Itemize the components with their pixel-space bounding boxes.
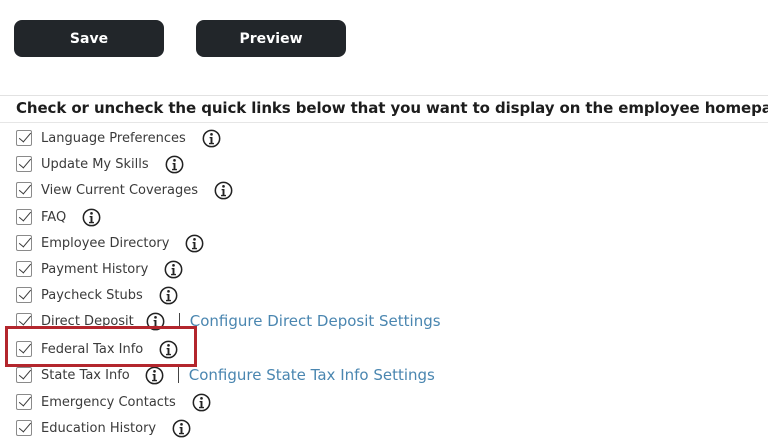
info-circle-icon[interactable] bbox=[202, 129, 221, 148]
quick-link-label: Emergency Contacts bbox=[41, 394, 176, 410]
quick-link-label: Language Preferences bbox=[41, 130, 186, 146]
info-circle-icon[interactable] bbox=[82, 208, 101, 227]
info-circle-icon[interactable] bbox=[159, 340, 178, 359]
quick-link-label: View Current Coverages bbox=[41, 182, 198, 198]
quick-link-label: Federal Tax Info bbox=[41, 341, 144, 357]
quick-link-row-faq: FAQ bbox=[16, 207, 101, 227]
separator bbox=[177, 367, 179, 383]
quick-link-row-language-preferences: Language Preferences bbox=[16, 128, 221, 148]
checkbox-view-current-coverages[interactable] bbox=[16, 182, 32, 198]
instructions-text: Check or uncheck the quick links below t… bbox=[16, 99, 768, 117]
quick-link-row-education-history: Education History bbox=[16, 418, 191, 438]
separator bbox=[178, 313, 180, 329]
checkbox-federal-tax-info[interactable] bbox=[16, 341, 32, 357]
quick-link-row-federal-tax-info: Federal Tax Info bbox=[16, 339, 178, 359]
checkbox-update-my-skills[interactable] bbox=[16, 156, 32, 172]
quick-link-row-direct-deposit: Direct Deposit Configure Direct Deposit … bbox=[16, 311, 441, 331]
checkbox-state-tax-info[interactable] bbox=[16, 367, 32, 383]
checkbox-language-preferences[interactable] bbox=[16, 130, 32, 146]
quick-link-row-update-my-skills: Update My Skills bbox=[16, 154, 184, 174]
configure-state-tax-info-link[interactable]: Configure State Tax Info Settings bbox=[189, 366, 435, 384]
info-circle-icon[interactable] bbox=[145, 366, 164, 385]
info-circle-icon[interactable] bbox=[185, 234, 204, 253]
quick-link-label: Paycheck Stubs bbox=[41, 287, 143, 303]
checkbox-faq[interactable] bbox=[16, 209, 32, 225]
checkbox-paycheck-stubs[interactable] bbox=[16, 287, 32, 303]
configure-direct-deposit-link[interactable]: Configure Direct Deposit Settings bbox=[190, 312, 441, 330]
quick-link-row-employee-directory: Employee Directory bbox=[16, 233, 204, 253]
quick-link-label: FAQ bbox=[41, 209, 67, 225]
preview-button[interactable]: Preview bbox=[196, 20, 346, 57]
divider bbox=[0, 95, 768, 96]
info-circle-icon[interactable] bbox=[192, 393, 211, 412]
info-circle-icon[interactable] bbox=[214, 181, 233, 200]
info-circle-icon[interactable] bbox=[159, 286, 178, 305]
divider bbox=[0, 122, 768, 123]
save-button[interactable]: Save bbox=[14, 20, 164, 57]
quick-link-row-payment-history: Payment History bbox=[16, 259, 183, 279]
quick-link-label: Update My Skills bbox=[41, 156, 149, 172]
checkbox-emergency-contacts[interactable] bbox=[16, 394, 32, 410]
quick-link-row-view-current-coverages: View Current Coverages bbox=[16, 180, 233, 200]
quick-link-row-state-tax-info: State Tax Info Configure State Tax Info … bbox=[16, 365, 435, 385]
quick-link-label: Education History bbox=[41, 420, 157, 436]
quick-link-label: Payment History bbox=[41, 261, 149, 277]
checkbox-education-history[interactable] bbox=[16, 420, 32, 436]
info-circle-icon[interactable] bbox=[172, 419, 191, 438]
checkbox-payment-history[interactable] bbox=[16, 261, 32, 277]
quick-link-row-paycheck-stubs: Paycheck Stubs bbox=[16, 285, 178, 305]
quick-link-label: Direct Deposit bbox=[41, 313, 134, 329]
quick-link-label: State Tax Info bbox=[41, 367, 130, 383]
info-circle-icon[interactable] bbox=[165, 155, 184, 174]
checkbox-direct-deposit[interactable] bbox=[16, 313, 32, 329]
quick-link-label: Employee Directory bbox=[41, 235, 170, 251]
info-circle-icon[interactable] bbox=[146, 312, 165, 331]
checkbox-employee-directory[interactable] bbox=[16, 235, 32, 251]
info-circle-icon[interactable] bbox=[164, 260, 183, 279]
quick-link-row-emergency-contacts: Emergency Contacts bbox=[16, 392, 211, 412]
